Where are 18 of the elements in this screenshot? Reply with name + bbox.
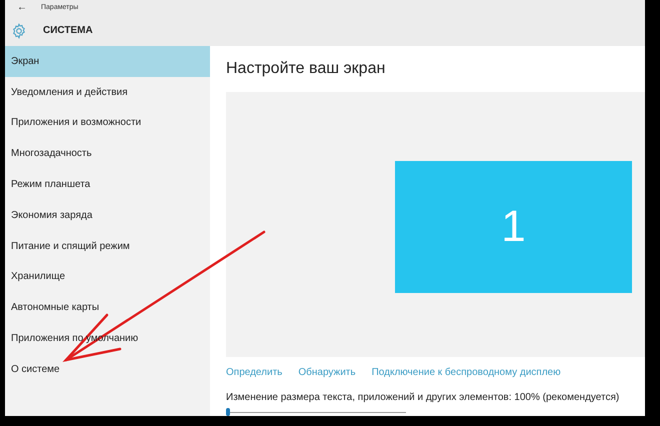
- monitor-number: 1: [501, 201, 526, 253]
- sidebar-item[interactable]: О системе: [5, 354, 210, 385]
- slider-thumb[interactable]: [226, 408, 230, 416]
- back-button[interactable]: ←: [17, 2, 27, 13]
- scale-slider[interactable]: [226, 408, 406, 416]
- settings-icon: [11, 22, 27, 39]
- sidebar-item[interactable]: Экономия заряда: [5, 200, 210, 231]
- sidebar-item[interactable]: Приложения и возможности: [5, 108, 210, 138]
- sidebar-item[interactable]: Питание и спящий режим: [5, 230, 210, 262]
- scale-label: Изменение размера текста, приложений и других элементов: 100% (рекомендуется): [226, 390, 620, 404]
- sidebar-item[interactable]: Хранилище: [5, 262, 210, 292]
- sidebar-item[interactable]: Уведомления и действия: [5, 76, 210, 108]
- sidebar-item[interactable]: Режим планшета: [5, 169, 210, 200]
- page-heading: Настройте ваш экран: [226, 59, 386, 79]
- section-title: СИСТЕМА: [43, 24, 93, 38]
- sidebar-item[interactable]: Экран: [5, 46, 210, 77]
- sidebar-item[interactable]: Автономные карты: [5, 292, 210, 324]
- sidebar-item[interactable]: Многозадачность: [5, 138, 210, 170]
